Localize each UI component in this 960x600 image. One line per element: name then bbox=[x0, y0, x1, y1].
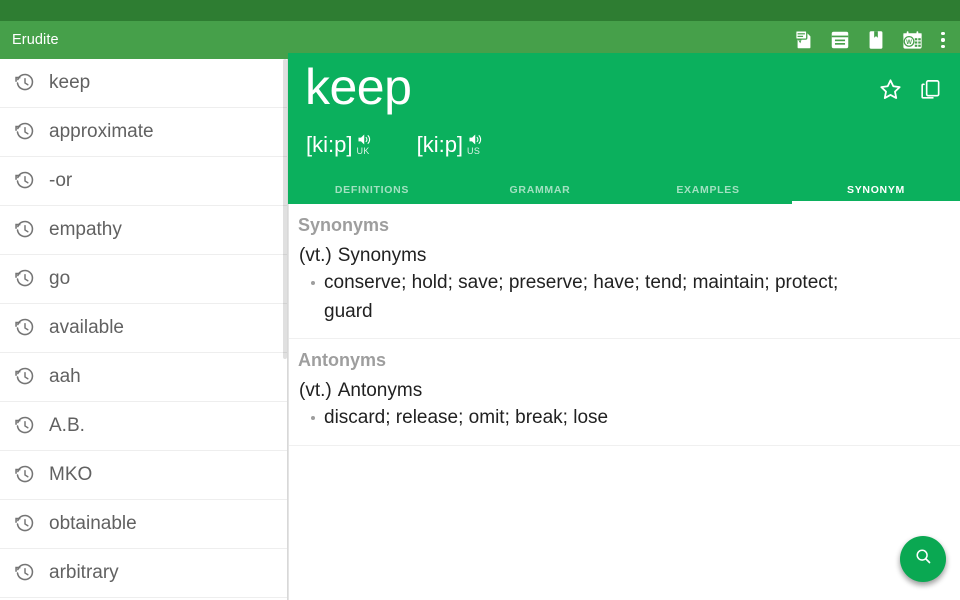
history-item-label: approximate bbox=[49, 121, 154, 143]
history-item[interactable]: go bbox=[0, 255, 287, 304]
history-item[interactable]: approximate bbox=[0, 108, 287, 157]
pos-tag: (vt.) bbox=[299, 245, 332, 267]
history-item[interactable]: MKO bbox=[0, 451, 287, 500]
entry-heading: Antonyms bbox=[338, 380, 422, 402]
history-item[interactable]: obtainable bbox=[0, 500, 287, 549]
synonyms-section: Synonyms (vt.) Synonyms conserve; hold; … bbox=[289, 204, 960, 334]
history-item[interactable]: -or bbox=[0, 157, 287, 206]
history-icon bbox=[14, 464, 36, 486]
region-label-uk: UK bbox=[356, 146, 369, 156]
history-icon bbox=[14, 317, 36, 339]
history-icon bbox=[14, 268, 36, 290]
bullet-icon bbox=[311, 416, 315, 420]
history-item-label: obtainable bbox=[49, 513, 137, 535]
search-icon bbox=[914, 547, 933, 571]
tab-definitions[interactable]: DEFINITIONS bbox=[288, 175, 456, 204]
pos-heading-row: (vt.) Synonyms bbox=[289, 240, 960, 267]
app-title: Erudite bbox=[12, 32, 59, 48]
history-item-label: aah bbox=[49, 366, 81, 388]
history-icon bbox=[14, 72, 36, 94]
antonyms-list: discard; release; omit; break; lose bbox=[324, 404, 608, 433]
history-item[interactable]: A.B. bbox=[0, 402, 287, 451]
history-item[interactable]: aah bbox=[0, 353, 287, 402]
synonyms-list-row: conserve; hold; save; preserve; have; te… bbox=[289, 267, 960, 334]
antonyms-section: Antonyms (vt.) Antonyms discard; release… bbox=[289, 339, 960, 441]
history-item[interactable]: empathy bbox=[0, 206, 287, 255]
section-divider bbox=[289, 445, 960, 446]
section-title: Antonyms bbox=[289, 339, 960, 375]
ipa-us: [ki:p] bbox=[417, 134, 463, 156]
sidebar-scrollbar[interactable] bbox=[283, 59, 287, 600]
entry-heading: Synonyms bbox=[338, 245, 427, 267]
history-icon bbox=[14, 219, 36, 241]
history-sidebar[interactable]: keep approximate -or bbox=[0, 59, 288, 600]
history-icon bbox=[14, 513, 36, 535]
region-label-us: US bbox=[467, 146, 480, 156]
status-bar bbox=[0, 0, 960, 21]
word-title: keep bbox=[305, 59, 411, 117]
svg-text:W: W bbox=[906, 38, 912, 45]
history-item-label: keep bbox=[49, 72, 90, 94]
pronunciation-us[interactable]: [ki:p] US bbox=[417, 134, 498, 156]
history-item[interactable]: available bbox=[0, 304, 287, 353]
section-title: Synonyms bbox=[289, 204, 960, 240]
ipa-uk: [ki:p] bbox=[306, 134, 352, 156]
word-header-actions bbox=[870, 69, 950, 109]
pronunciation-uk[interactable]: [ki:p] UK bbox=[306, 134, 387, 156]
history-icon bbox=[14, 121, 36, 143]
history-item-label: available bbox=[49, 317, 124, 339]
synonyms-list: conserve; hold; save; preserve; have; te… bbox=[324, 269, 884, 326]
favorite-star-icon[interactable] bbox=[870, 69, 910, 109]
search-fab[interactable] bbox=[900, 536, 946, 582]
history-item-label: go bbox=[49, 268, 70, 290]
tab-synonym[interactable]: SYNONYM bbox=[792, 175, 960, 204]
history-item[interactable]: keep bbox=[0, 59, 287, 108]
history-item-label: arbitrary bbox=[49, 562, 119, 584]
history-item-label: empathy bbox=[49, 219, 122, 241]
bullet-icon bbox=[311, 281, 315, 285]
history-icon bbox=[14, 415, 36, 437]
history-item-label: A.B. bbox=[49, 415, 85, 437]
content-panel: Synonyms (vt.) Synonyms conserve; hold; … bbox=[288, 204, 960, 600]
tab-examples[interactable]: EXAMPLES bbox=[624, 175, 792, 204]
copy-icon[interactable] bbox=[910, 69, 950, 109]
pronunciation-row: [ki:p] UK [ki:p] bbox=[306, 134, 527, 156]
history-item-label: -or bbox=[49, 170, 72, 192]
history-item-label: MKO bbox=[49, 464, 92, 486]
history-icon bbox=[14, 170, 36, 192]
tab-grammar[interactable]: GRAMMAR bbox=[456, 175, 624, 204]
pos-heading-row: (vt.) Antonyms bbox=[289, 375, 960, 402]
app-root: Erudite bbox=[0, 0, 960, 600]
antonyms-list-row: discard; release; omit; break; lose bbox=[289, 402, 960, 441]
history-item[interactable]: arbitrary bbox=[0, 549, 287, 598]
history-icon bbox=[14, 562, 36, 584]
sidebar-scrollbar-thumb[interactable] bbox=[283, 59, 287, 359]
tab-bar: DEFINITIONS GRAMMAR EXAMPLES SYNONYM bbox=[288, 175, 960, 204]
pos-tag: (vt.) bbox=[299, 380, 332, 402]
history-icon bbox=[14, 366, 36, 388]
